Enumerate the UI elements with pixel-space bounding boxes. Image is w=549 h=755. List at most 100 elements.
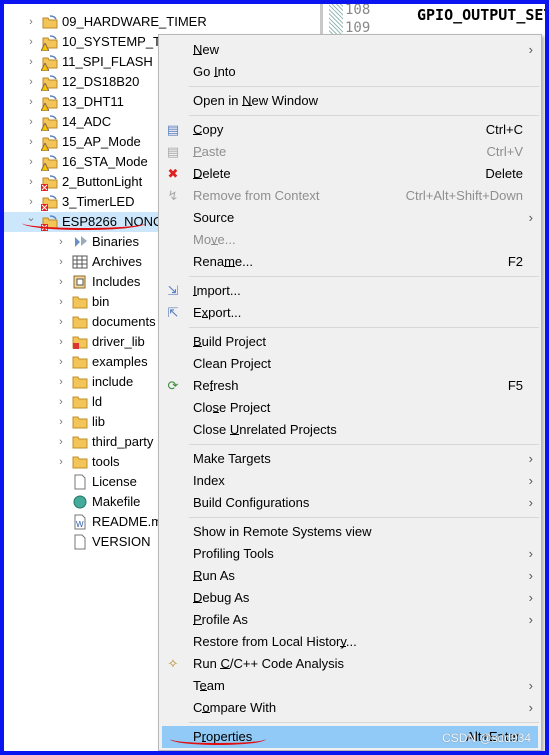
menu-item-label: Open in New Window xyxy=(193,93,318,108)
chevron-right-icon[interactable]: › xyxy=(56,372,66,392)
menu-item-go-into[interactable]: Go Into xyxy=(159,61,541,83)
menu-item-restore-from-local-history[interactable]: Restore from Local History... xyxy=(159,631,541,653)
menu-item-refresh[interactable]: ⟳ Refresh F5 xyxy=(159,375,541,397)
tree-item-label: 3_TimerLED xyxy=(62,194,135,209)
chevron-right-icon[interactable]: › xyxy=(56,292,66,312)
chevron-right-icon[interactable]: › xyxy=(56,412,66,432)
mnemonic-underline xyxy=(193,156,202,157)
chevron-right-icon: › xyxy=(528,495,533,510)
chevron-right-icon[interactable]: › xyxy=(26,52,36,72)
menu-item-close-project[interactable]: Close Project xyxy=(159,397,541,419)
chevron-right-icon[interactable]: › xyxy=(26,112,36,132)
menu-separator xyxy=(189,444,539,445)
chevron-right-icon[interactable]: › xyxy=(56,312,66,332)
tree-item-label: third_party xyxy=(92,434,154,449)
copy-icon: ▤ xyxy=(166,122,180,137)
tree-item-label: 2_ButtonLight xyxy=(62,174,143,189)
menu-item-index[interactable]: Index › xyxy=(159,470,541,492)
project-folder-icon xyxy=(41,174,58,191)
menu-item-clean-project[interactable]: Clean Project xyxy=(159,353,541,375)
folder-icon xyxy=(72,454,88,470)
code-line[interactable]: GPIO_OUTPUT_SET xyxy=(417,6,545,24)
chevron-right-icon[interactable]: › xyxy=(56,232,66,252)
folder-icon xyxy=(72,294,88,310)
mnemonic-underline xyxy=(220,668,230,669)
menu-item-shortcut: Ctrl+C xyxy=(485,122,523,137)
menu-item-label: Move... xyxy=(193,232,236,247)
tree-item-label: 11_SPI_FLASH xyxy=(62,54,153,69)
mnemonic-underline xyxy=(213,76,218,77)
project-folder-icon xyxy=(41,114,58,131)
tree-item-label: Makefile xyxy=(92,494,141,509)
chevron-right-icon[interactable]: › xyxy=(56,392,66,412)
chevron-right-icon[interactable]: › xyxy=(56,252,66,272)
tree-item-label: 12_DS18B20 xyxy=(62,74,140,89)
chevron-right-icon[interactable]: › xyxy=(26,32,36,52)
chevron-right-icon[interactable]: › xyxy=(26,12,36,32)
chevron-right-icon[interactable]: › xyxy=(26,72,36,92)
menu-item-export[interactable]: ⇱ Export... xyxy=(159,302,541,324)
menu-item-build-configurations[interactable]: Build Configurations › xyxy=(159,492,541,514)
chevron-right-icon[interactable]: › xyxy=(56,272,66,292)
chevron-right-icon[interactable]: › xyxy=(56,332,66,352)
menu-item-compare-with[interactable]: Compare With › xyxy=(159,697,541,719)
menu-item-profiling-tools[interactable]: Profiling Tools › xyxy=(159,543,541,565)
chevron-right-icon[interactable]: › xyxy=(56,452,66,472)
menu-item-label: Copy xyxy=(193,122,224,137)
export-icon: ⇱ xyxy=(167,305,179,320)
menu-item-label: Make Targets xyxy=(193,451,271,466)
menu-item-run-as[interactable]: Run As › xyxy=(159,565,541,587)
menu-item-label: Go Into xyxy=(193,64,236,79)
menu-item-team[interactable]: Team › xyxy=(159,675,541,697)
menu-item-delete[interactable]: ✖ Delete Delete xyxy=(159,163,541,185)
menu-separator xyxy=(189,327,539,328)
mnemonic-underline xyxy=(212,412,220,413)
menu-item-label: Paste xyxy=(193,144,227,159)
svg-text:W: W xyxy=(76,520,84,529)
menu-item-copy[interactable]: ▤ Copy Ctrl+C xyxy=(159,119,541,141)
tree-item-label: Archives xyxy=(92,254,142,269)
menu-item-profile-as[interactable]: Profile As › xyxy=(159,609,541,631)
menu-item-close-unrelated-projects[interactable]: Close Unrelated Projects xyxy=(159,419,541,441)
menu-item-make-targets[interactable]: Make Targets › xyxy=(159,448,541,470)
project-folder-icon xyxy=(42,14,58,30)
remove-context-icon: ↯ xyxy=(167,188,179,203)
menu-item-rename[interactable]: Rename... F2 xyxy=(159,251,541,273)
tree-item-label: documents xyxy=(92,314,156,329)
project-folder-icon xyxy=(41,134,58,151)
binaries-icon xyxy=(72,234,88,250)
chevron-right-icon[interactable]: › xyxy=(56,432,66,452)
folder-icon xyxy=(72,434,88,450)
annotation-underline xyxy=(22,216,146,230)
chevron-right-icon[interactable]: › xyxy=(26,132,36,152)
menu-item-debug-as[interactable]: Debug As › xyxy=(159,587,541,609)
chevron-right-icon[interactable]: › xyxy=(26,152,36,172)
menu-item-label: Profile As xyxy=(193,612,248,627)
menu-separator xyxy=(189,276,539,277)
menu-item-build-project[interactable]: Build Project xyxy=(159,331,541,353)
menu-item-open-in-new-window[interactable]: Open in New Window xyxy=(159,90,541,112)
context-menu: New › Go Into Open in New Window ▤ Copy Ctrl+C… xyxy=(158,34,542,751)
tree-item[interactable]: › 09_HARDWARE_TIMER xyxy=(4,12,320,32)
refresh-icon: ⟳ xyxy=(167,378,179,393)
tree-item-label: Includes xyxy=(92,274,141,289)
menu-item-shortcut: Delete xyxy=(485,166,523,181)
mnemonic-underline xyxy=(229,434,240,435)
chevron-right-icon: › xyxy=(528,678,533,693)
chevron-right-icon[interactable]: › xyxy=(26,92,36,112)
menu-item-source[interactable]: Source › xyxy=(159,207,541,229)
delete-icon: ✖ xyxy=(167,166,179,181)
tree-item-label: VERSION xyxy=(92,534,151,549)
menu-item-new[interactable]: New › xyxy=(159,39,541,61)
menu-item-import[interactable]: ⇲ Import... xyxy=(159,280,541,302)
menu-item-run-c-c-code-analysis[interactable]: ✧ Run C/C++ Code Analysis xyxy=(159,653,541,675)
chevron-right-icon[interactable]: › xyxy=(26,172,36,192)
file-icon xyxy=(72,474,88,490)
menu-item-label: Export... xyxy=(193,305,242,320)
menu-item-label: Remove from Context xyxy=(193,188,320,203)
chevron-right-icon[interactable]: › xyxy=(56,352,66,372)
folder-icon xyxy=(72,314,88,330)
menu-item-show-in-remote-systems-view[interactable]: Show in Remote Systems view xyxy=(159,521,541,543)
mnemonic-underline xyxy=(193,54,203,55)
project-folder-icon xyxy=(41,94,58,111)
